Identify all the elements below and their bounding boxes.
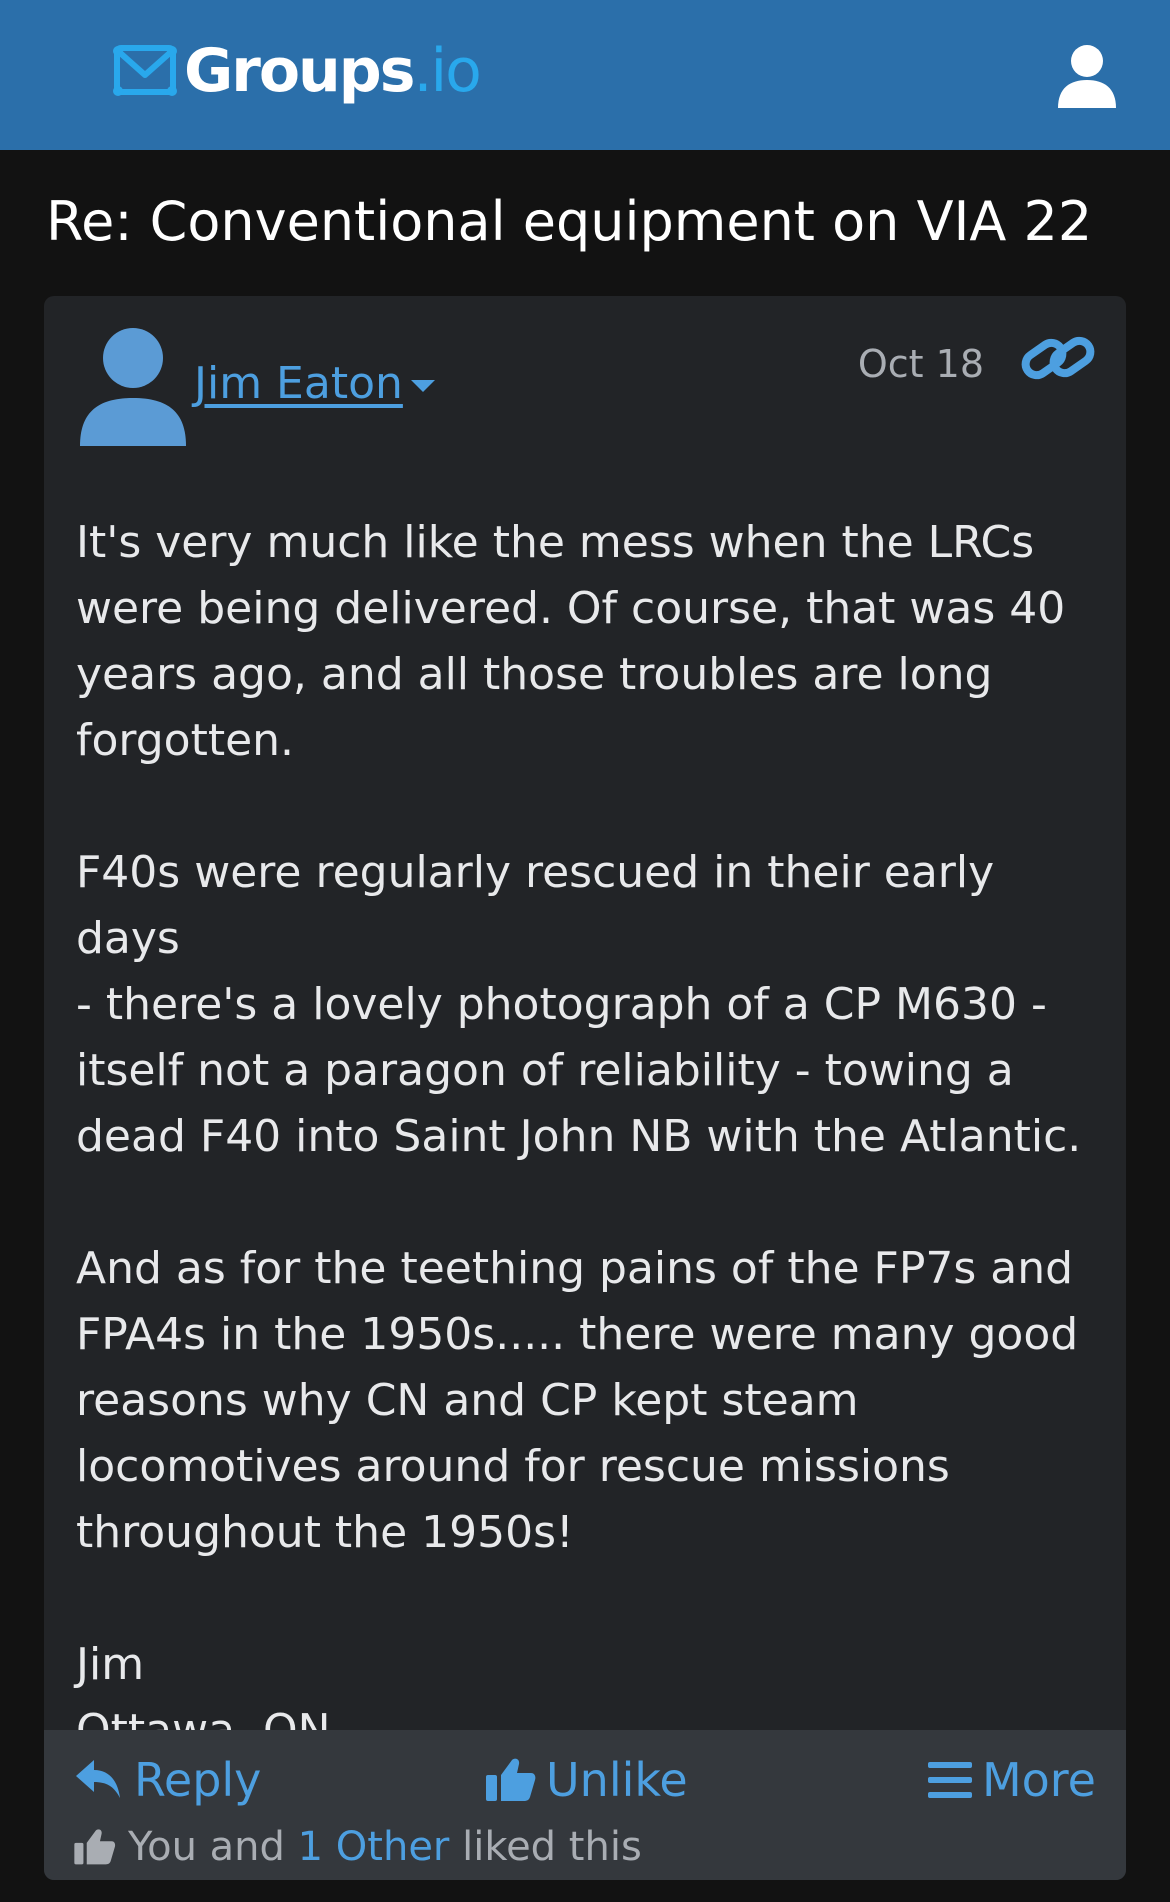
reply-arrow-icon <box>76 1760 120 1798</box>
message-footer: Reply Unlike More You and 1 Other liked … <box>44 1730 1126 1880</box>
user-icon[interactable] <box>1056 44 1118 108</box>
message-date: Oct 18 <box>857 342 984 386</box>
likes-others-link[interactable]: 1 Other <box>298 1824 450 1870</box>
thumbs-up-icon <box>74 1829 116 1865</box>
link-icon[interactable] <box>1020 328 1096 388</box>
likes-prefix: You and <box>128 1824 285 1870</box>
top-navbar: Groups.io <box>0 0 1170 150</box>
avatar-icon[interactable] <box>78 326 188 446</box>
logo-main-text: Groups <box>184 36 415 106</box>
logo-suffix-text: .io <box>413 36 481 106</box>
reply-button[interactable]: Reply <box>74 1750 261 1810</box>
message-body: It's very much like the mess when the LR… <box>76 510 1106 1764</box>
hamburger-icon <box>927 1762 972 1798</box>
topic-title: Re: Conventional equipment on VIA 22 <box>46 190 1093 253</box>
unlike-label: Unlike <box>546 1753 688 1807</box>
more-label: More <box>981 1753 1096 1807</box>
message-paragraph: It's very much like the mess when the LR… <box>76 517 1066 766</box>
author-name-link[interactable]: Jim Eaton <box>194 358 403 409</box>
likes-summary: You and 1 Other liked this <box>74 1822 642 1872</box>
reply-label: Reply <box>134 1753 262 1807</box>
message-paragraph: And as for the teething pains of the FP7… <box>76 1243 1079 1558</box>
chevron-down-icon[interactable] <box>410 379 435 392</box>
unlike-button[interactable]: Unlike <box>486 1750 688 1810</box>
author-menu[interactable]: Jim Eaton <box>194 358 435 409</box>
logo-wordmark: Groups.io <box>184 36 482 106</box>
thumbs-up-icon <box>486 1758 536 1801</box>
likes-suffix: liked this <box>462 1824 642 1870</box>
envelope-logo-icon <box>113 45 177 96</box>
more-button[interactable]: More <box>927 1750 1096 1810</box>
groups-io-logo[interactable]: Groups.io <box>112 36 482 106</box>
message-paragraph: F40s were regularly rescued in their ear… <box>76 847 1082 1162</box>
message-card: Jim Eaton Oct 18 It's very much like the… <box>44 296 1126 1880</box>
